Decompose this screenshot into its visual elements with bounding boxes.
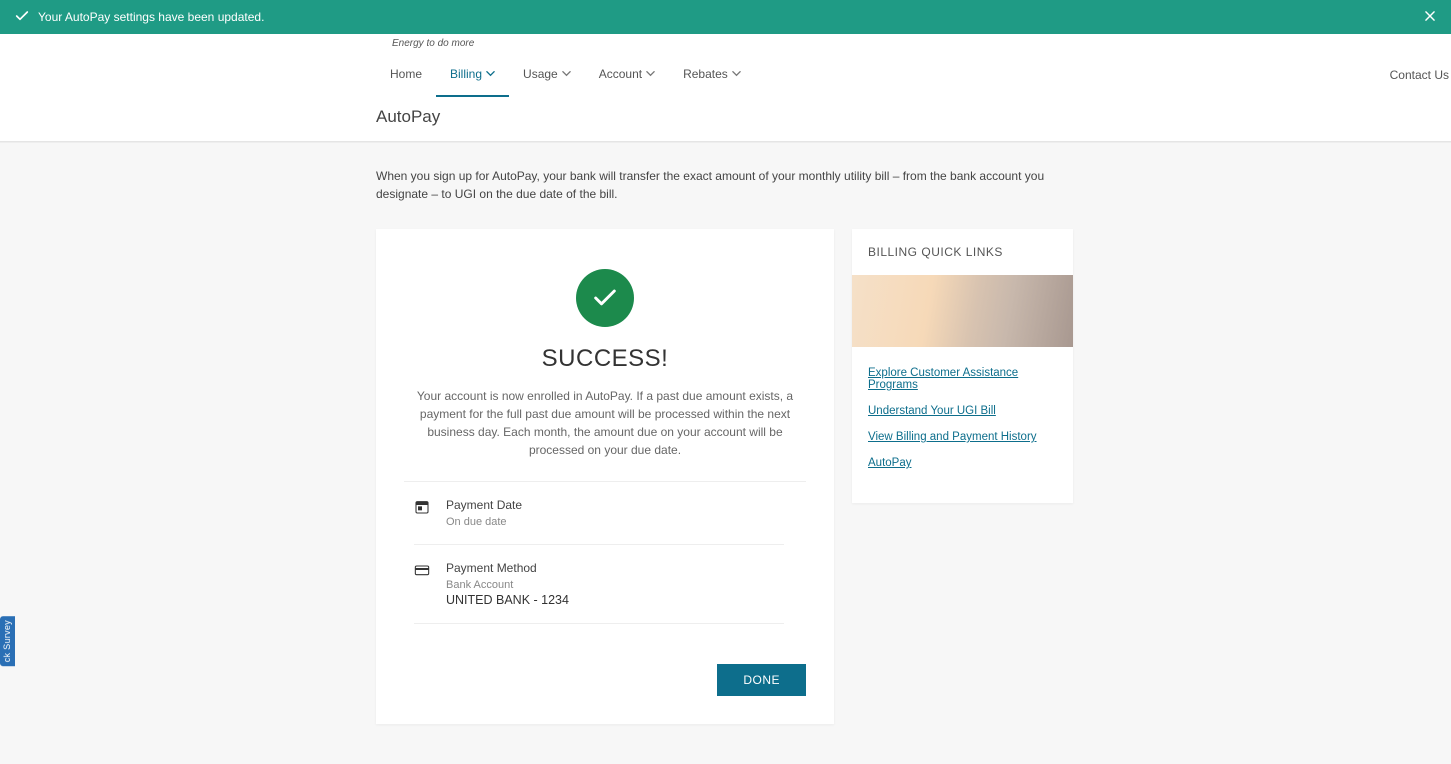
notification-banner: Your AutoPay settings have been updated. [0, 0, 1451, 34]
nav-usage[interactable]: Usage [509, 53, 585, 97]
page-title: AutoPay [376, 97, 1076, 141]
nav-rebates[interactable]: Rebates [669, 53, 755, 97]
nav-billing[interactable]: Billing [436, 53, 509, 97]
quick-link-understand-bill[interactable]: Understand Your UGI Bill [868, 405, 1057, 417]
header: Energy to do more Home Billing Usage Acc… [0, 34, 1451, 142]
success-title: SUCCESS! [404, 345, 806, 373]
done-button[interactable]: DONE [717, 664, 806, 696]
quick-links-card: BILLING QUICK LINKS Explore Customer Ass… [852, 229, 1073, 503]
nav-usage-label: Usage [523, 67, 558, 81]
payment-method-account: UNITED BANK - 1234 [446, 593, 569, 607]
payment-method-type: Bank Account [446, 579, 569, 591]
quick-link-history[interactable]: View Billing and Payment History [868, 431, 1057, 443]
quick-links-title: BILLING QUICK LINKS [852, 229, 1073, 275]
nav-account-label: Account [599, 67, 642, 81]
card-icon [414, 561, 432, 607]
quick-links-image [852, 275, 1073, 347]
payment-method-row: Payment Method Bank Account UNITED BANK … [414, 545, 784, 624]
success-check-icon [576, 269, 634, 327]
nav-contact-label: Contact Us [1390, 68, 1449, 82]
intro-text: When you sign up for AutoPay, your bank … [376, 167, 1056, 203]
chevron-down-icon [646, 67, 655, 81]
main-nav: Home Billing Usage Account Rebates [376, 53, 1449, 97]
payment-method-label: Payment Method [446, 561, 569, 575]
calendar-icon [414, 498, 432, 528]
payment-date-value: On due date [446, 516, 522, 528]
survey-tab[interactable]: ck Survey [0, 616, 15, 666]
nav-home[interactable]: Home [376, 53, 436, 97]
check-icon [14, 8, 30, 27]
tagline: Energy to do more [376, 34, 1076, 53]
close-icon[interactable] [1423, 9, 1437, 26]
nav-account[interactable]: Account [585, 53, 669, 97]
quick-link-assistance[interactable]: Explore Customer Assistance Programs [868, 367, 1057, 391]
chevron-down-icon [732, 67, 741, 81]
payment-date-label: Payment Date [446, 498, 522, 512]
nav-billing-label: Billing [450, 67, 482, 81]
chevron-down-icon [486, 67, 495, 81]
chevron-down-icon [562, 67, 571, 81]
payment-date-row: Payment Date On due date [414, 482, 784, 545]
success-card: SUCCESS! Your account is now enrolled in… [376, 229, 834, 724]
success-body: Your account is now enrolled in AutoPay.… [404, 387, 806, 459]
quick-link-autopay[interactable]: AutoPay [868, 457, 1057, 469]
nav-home-label: Home [390, 67, 422, 81]
banner-message: Your AutoPay settings have been updated. [38, 10, 264, 24]
nav-contact-us[interactable]: Contact Us [1390, 53, 1449, 97]
nav-rebates-label: Rebates [683, 67, 728, 81]
